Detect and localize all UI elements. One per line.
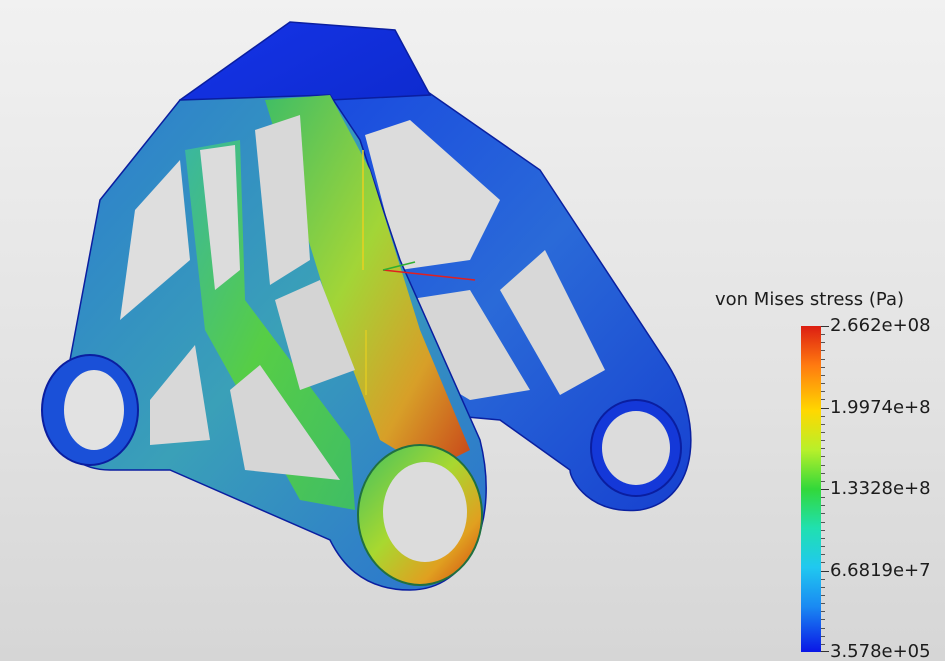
- color-scale-tick: [821, 416, 825, 417]
- color-scale-ticks: [821, 326, 829, 652]
- color-scale-tick: [821, 465, 825, 466]
- color-scale-tick: [821, 424, 825, 425]
- color-scale-tick: [821, 399, 825, 400]
- color-scale-tick: [821, 367, 825, 368]
- legend-title: von Mises stress (Pa): [715, 289, 904, 310]
- front-left-hole: [64, 370, 124, 450]
- color-scale-tick: [821, 628, 825, 629]
- color-scale-tick: [821, 513, 825, 514]
- legend-label-mid: 1.3328e+8: [830, 478, 931, 499]
- color-scale-tick: [821, 644, 825, 645]
- color-scale-tick: [821, 554, 825, 555]
- color-scale-tick: [821, 448, 825, 449]
- color-scale-tick: [821, 538, 825, 539]
- color-scale-tick: [821, 350, 825, 351]
- color-scale-tick: [821, 530, 825, 531]
- color-scale-tick: [821, 440, 825, 441]
- color-scale-tick: [821, 619, 825, 620]
- color-scale-tick: [821, 562, 825, 563]
- color-scale-tick: [821, 408, 829, 409]
- color-scale-tick: [821, 571, 829, 572]
- color-scale-tick: [821, 636, 825, 637]
- render-viewport[interactable]: von Mises stress (Pa) 2.662e+08 1.9974e+…: [0, 0, 945, 661]
- color-scale-tick: [821, 505, 825, 506]
- color-scale-tick: [821, 375, 825, 376]
- color-scale-tick: [821, 326, 829, 327]
- color-scale-tick: [821, 432, 825, 433]
- color-scale-tick: [821, 359, 825, 360]
- color-scale-tick: [821, 497, 825, 498]
- legend-label-min: 3.578e+05: [830, 641, 931, 661]
- color-scale-tick: [821, 603, 825, 604]
- color-scale-tick: [821, 456, 825, 457]
- legend-label-max: 2.662e+08: [830, 315, 931, 336]
- legend-label-low: 6.6819e+7: [830, 560, 931, 581]
- color-scale-tick: [821, 587, 825, 588]
- color-scale-tick: [821, 611, 825, 612]
- front-right-hole: [383, 462, 467, 562]
- back-hole: [602, 411, 670, 485]
- color-scale-tick: [821, 342, 825, 343]
- color-scale-tick: [821, 522, 825, 523]
- color-scale-tick: [821, 334, 825, 335]
- legend-label-high: 1.9974e+8: [830, 397, 931, 418]
- color-scale-tick: [821, 473, 825, 474]
- color-scale-tick: [821, 595, 825, 596]
- color-scale-tick: [821, 546, 825, 547]
- color-scale-tick: [821, 651, 829, 652]
- color-scale-tick: [821, 481, 825, 482]
- color-scale-tick: [821, 489, 829, 490]
- color-scale-tick: [821, 391, 825, 392]
- color-scale-tick: [821, 579, 825, 580]
- color-scale-tick: [821, 383, 825, 384]
- color-scale-bar: [801, 326, 821, 652]
